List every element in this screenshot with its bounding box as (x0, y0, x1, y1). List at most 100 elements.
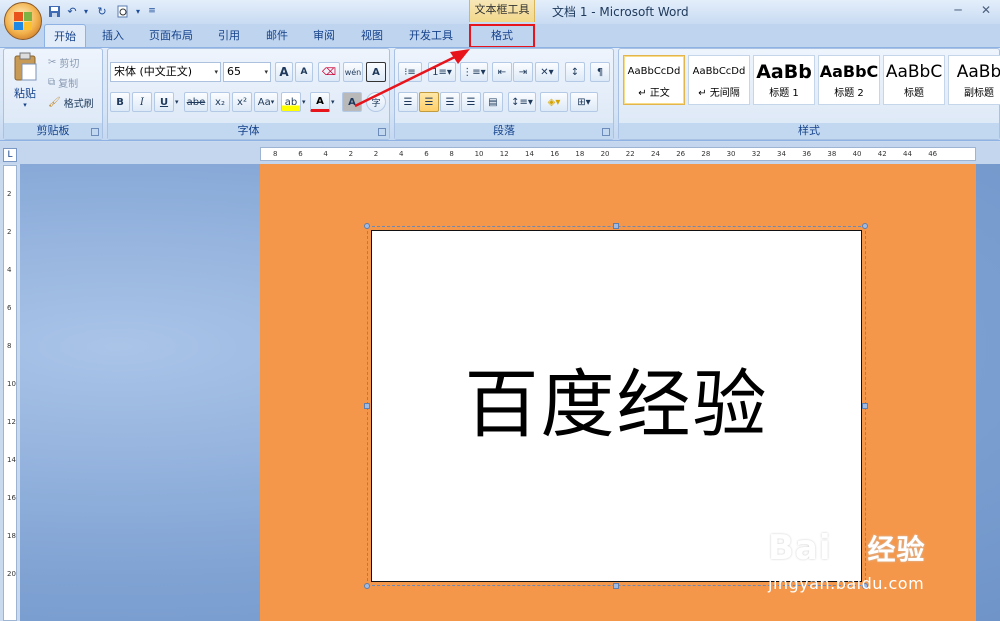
paste-dropdown-icon: ▾ (23, 101, 27, 109)
word-window: ↶ ▾ ↻ ▾ ≡ 文本框工具 文档 1 - Microsoft Word ─ … (0, 0, 1000, 621)
ruler-tick-label: 2 (7, 190, 12, 198)
textbox-tools-context-label: 文本框工具 (469, 0, 535, 22)
grow-font-button[interactable]: A (275, 62, 293, 82)
font-name-dropdown-icon[interactable]: ▾ (214, 63, 218, 81)
close-button[interactable]: ✕ (972, 0, 1000, 20)
ruler-tick-label: 6 (298, 150, 303, 158)
redo-icon[interactable]: ↻ (94, 3, 110, 19)
bold-button[interactable]: B (110, 92, 130, 112)
ruler-tick-label: 10 (7, 380, 16, 388)
resize-handle-left[interactable] (364, 403, 370, 409)
ruler-tick-label: 18 (575, 150, 585, 158)
tab-selector[interactable]: L (3, 148, 17, 162)
show-marks-button[interactable]: ¶ (590, 62, 610, 82)
paragraph-group-label: 段落 (395, 123, 613, 139)
style-heading-1[interactable]: AaBb 标题 1 (753, 55, 815, 105)
paste-button[interactable]: 粘贴 ▾ (8, 52, 42, 116)
strikethrough-button[interactable]: abe (184, 92, 208, 112)
style-sample: AaBbCcDd (692, 66, 746, 77)
resize-handle-top[interactable] (613, 223, 619, 229)
font-dialog-launcher-icon[interactable] (378, 128, 386, 136)
superscript-button[interactable]: x² (232, 92, 252, 112)
resize-handle-top-right[interactable] (862, 223, 868, 229)
highlight-dropdown-icon[interactable]: ▾ (302, 92, 306, 112)
tab-mailings[interactable]: 邮件 (256, 24, 298, 48)
clipboard-dialog-launcher-icon[interactable] (91, 128, 99, 136)
tab-home[interactable]: 开始 (44, 24, 86, 48)
borders-button[interactable]: ⊞▾ (570, 92, 598, 112)
highlight-button[interactable]: ab (281, 92, 301, 112)
format-painter-icon: 🖌 (48, 96, 61, 108)
ruler-tick-label: 8 (449, 150, 454, 158)
paragraph-shading-button[interactable]: ◈▾ (540, 92, 568, 112)
ruler-tick-label: 6 (7, 304, 12, 312)
ruler-tick-label: 12 (499, 150, 509, 158)
ruler-tick-label: 32 (751, 150, 761, 158)
resize-handle-bottom[interactable] (613, 583, 619, 589)
change-case-button[interactable]: Aa ▾ (254, 92, 278, 112)
cut-button[interactable]: ✂ 剪切 (48, 54, 79, 70)
print-preview-icon[interactable] (114, 3, 130, 19)
decrease-indent-button[interactable]: ⇤ (492, 62, 512, 82)
copy-button[interactable]: ⧉ 复制 (48, 74, 78, 90)
format-painter-button[interactable]: 🖌 格式刷 (48, 94, 94, 110)
ruler-tick-label: 20 (7, 570, 16, 578)
line-spacing-button[interactable]: ↕≡▾ (508, 92, 536, 112)
ruler-tick-label: 4 (7, 266, 12, 274)
textbox-text[interactable]: 百度经验 (371, 355, 862, 455)
format-painter-label: 格式刷 (63, 98, 94, 110)
ruler-tick-label: 8 (273, 150, 278, 158)
decrease-indent-icon: ⇤ (497, 66, 507, 78)
style-sample: AaBb (956, 62, 1000, 82)
sort-button[interactable]: ↕ (565, 62, 585, 82)
office-button[interactable] (4, 2, 42, 40)
borders-icon: ⊞▾ (577, 96, 591, 108)
tab-page-layout[interactable]: 页面布局 (140, 24, 202, 48)
ruler-tick-label: 18 (7, 532, 16, 540)
paragraph-dialog-launcher-icon[interactable] (602, 128, 610, 136)
resize-handle-top-left[interactable] (364, 223, 370, 229)
font-size-combo[interactable]: 65 ▾ (223, 62, 271, 82)
font-name-combo[interactable]: 宋体 (中文正文) ▾ (110, 62, 221, 82)
resize-handle-bottom-left[interactable] (364, 583, 370, 589)
minimize-button[interactable]: ─ (944, 0, 972, 20)
customize-quick-access-icon[interactable]: ≡ (144, 3, 160, 19)
line-spacing-icon: ↕≡▾ (511, 96, 533, 108)
font-color-button[interactable]: A (310, 92, 330, 112)
ruler-tick-label: 38 (827, 150, 837, 158)
resize-handle-right[interactable] (862, 403, 868, 409)
increase-indent-button[interactable]: ⇥ (513, 62, 533, 82)
clipboard-group-label: 剪贴板 (4, 123, 102, 139)
sort-icon: ↕ (570, 66, 580, 78)
style-sample: AaBbC (885, 62, 943, 82)
ruler-tick-label: 14 (525, 150, 534, 158)
chinese-layout-button[interactable]: ✕▾ (535, 62, 559, 82)
style-no-spacing[interactable]: AaBbCcDd ↵ 无间隔 (688, 55, 750, 105)
ruler-tick-label: 34 (777, 150, 786, 158)
underline-dropdown-icon[interactable]: ▾ (175, 92, 179, 112)
horizontal-ruler[interactable]: 8 6 4 2 2 4 6 8 10 12 14 16 18 20 22 24 26 28 30 32 34 36 38 40… (260, 147, 976, 161)
ruler-tick-label: 14 (7, 456, 16, 464)
undo-dropdown-icon[interactable]: ▾ (78, 3, 94, 19)
tab-references[interactable]: 引用 (208, 24, 250, 48)
vertical-ruler[interactable]: 2 2 4 6 8 10 12 14 16 18 20 (3, 165, 17, 621)
ruler-tick-label: 28 (701, 150, 711, 158)
underline-button[interactable]: U (154, 92, 174, 112)
tab-insert[interactable]: 插入 (92, 24, 134, 48)
style-heading-2[interactable]: AaBbC 标题 2 (818, 55, 880, 105)
annotation-arrow-icon (354, 49, 470, 108)
style-normal[interactable]: AaBbCcDd ↵ 正文 (623, 55, 685, 105)
save-icon[interactable] (46, 3, 62, 19)
font-size-dropdown-icon[interactable]: ▾ (264, 63, 268, 81)
italic-button[interactable]: I (132, 92, 152, 112)
ruler-tick-label: 24 (651, 150, 660, 158)
font-name-value: 宋体 (中文正文) (114, 65, 193, 78)
ruler-tick-label: 4 (399, 150, 404, 158)
style-title[interactable]: AaBbC 标题 (883, 55, 945, 105)
pilcrow-icon: ¶ (596, 66, 604, 78)
resize-handle-bottom-right[interactable] (862, 583, 868, 589)
shrink-font-button[interactable]: A (295, 62, 313, 82)
style-name: 标题 (904, 88, 924, 99)
style-subtitle[interactable]: AaBb 副标题 (948, 55, 1000, 105)
subscript-button[interactable]: x₂ (210, 92, 230, 112)
